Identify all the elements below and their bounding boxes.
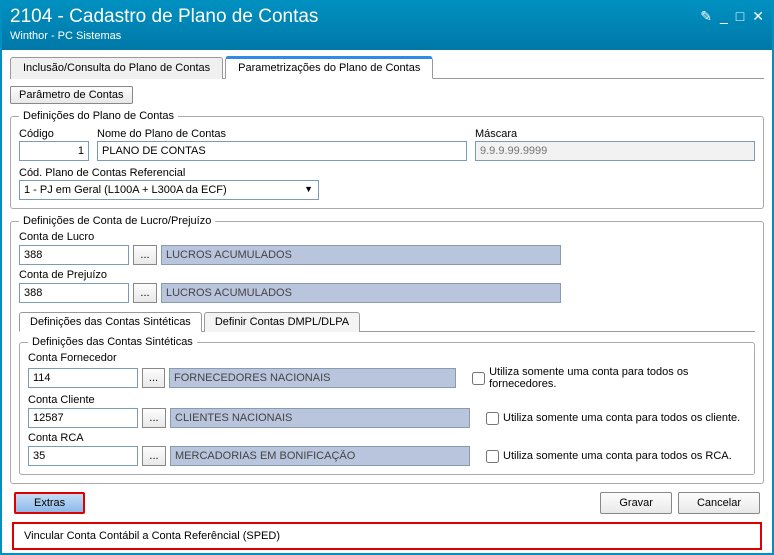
conta-prej-code[interactable] — [19, 283, 129, 303]
window-title: 2104 - Cadastro de Plano de Contas — [10, 6, 318, 28]
tab-parametrizacoes[interactable]: Parametrizações do Plano de Contas — [225, 57, 433, 79]
conta-lucro-label: Conta de Lucro — [19, 231, 94, 243]
fornecedor-checkbox[interactable] — [472, 372, 485, 385]
cliente-chk-label: Utiliza somente uma conta para todos os … — [503, 412, 740, 424]
rca-label: Conta RCA — [28, 432, 746, 444]
cliente-label: Conta Cliente — [28, 394, 746, 406]
close-icon[interactable]: ✕ — [752, 8, 764, 25]
main-tabs: Inclusão/Consulta do Plano de Contas Par… — [10, 56, 764, 79]
conta-prej-label: Conta de Prejuízo — [19, 269, 755, 281]
tab-dmpl[interactable]: Definir Contas DMPL/DLPA — [204, 312, 360, 332]
nome-label: Nome do Plano de Contas — [97, 128, 467, 140]
cliente-desc — [170, 408, 470, 428]
fornecedor-desc — [169, 368, 456, 388]
gravar-button[interactable]: Gravar — [600, 492, 672, 514]
legend-lucro-prej: Definições de Conta de Lucro/Prejuízo — [19, 215, 215, 227]
fornecedor-browse[interactable]: ... — [142, 368, 165, 388]
extras-button[interactable]: Extras — [14, 492, 85, 514]
codigo-input[interactable] — [19, 141, 89, 161]
conta-prej-desc — [161, 283, 561, 303]
edit-icon[interactable]: ✎ — [700, 8, 712, 25]
conta-lucro-code[interactable] — [19, 245, 129, 265]
parametro-contas-button[interactable]: Parâmetro de Contas — [10, 86, 133, 104]
conta-prej-browse[interactable]: ... — [133, 283, 157, 303]
group-sinteticas: Definições das Contas Sintéticas Conta F… — [19, 336, 755, 475]
nome-input[interactable] — [97, 141, 467, 161]
rca-chk-label: Utiliza somente uma conta para todos os … — [503, 450, 732, 462]
cliente-checkbox[interactable] — [486, 412, 499, 425]
legend-sinteticas: Definições das Contas Sintéticas — [28, 336, 197, 348]
rca-browse[interactable]: ... — [142, 446, 166, 466]
fornecedor-label: Conta Fornecedor — [28, 352, 117, 364]
legend-def-plano: Definições do Plano de Contas — [19, 110, 178, 122]
group-lucro-prejuizo: Definições de Conta de Lucro/Prejuízo Co… — [10, 215, 764, 484]
tab-sinteticas[interactable]: Definições das Contas Sintéticas — [19, 312, 202, 332]
inner-tabs: Definições das Contas Sintéticas Definir… — [19, 311, 755, 332]
group-definicoes-plano: Definições do Plano de Contas Código Nom… — [10, 110, 764, 209]
conta-lucro-desc — [161, 245, 561, 265]
rca-code[interactable] — [28, 446, 138, 466]
cliente-code[interactable] — [28, 408, 138, 428]
window-subtitle: Winthor - PC Sistemas — [10, 30, 318, 42]
menu-item-vincular-sped[interactable]: Vincular Conta Contábil a Conta Referênc… — [24, 530, 750, 542]
minimize-icon[interactable]: _ — [720, 8, 728, 25]
codigo-label: Código — [19, 128, 89, 140]
rca-checkbox[interactable] — [486, 450, 499, 463]
cliente-browse[interactable]: ... — [142, 408, 166, 428]
conta-lucro-browse[interactable]: ... — [133, 245, 157, 265]
codref-select[interactable] — [19, 180, 319, 200]
mascara-input — [475, 141, 755, 161]
fornecedor-chk-label: Utiliza somente uma conta para todos os … — [489, 366, 746, 390]
titlebar: 2104 - Cadastro de Plano de Contas Winth… — [2, 2, 772, 50]
cancelar-button[interactable]: Cancelar — [678, 492, 760, 514]
codref-label: Cód. Plano de Contas Referencial — [19, 167, 319, 179]
tab-inclusao[interactable]: Inclusão/Consulta do Plano de Contas — [10, 57, 223, 79]
extras-dropdown: Vincular Conta Contábil a Conta Referênc… — [12, 522, 762, 550]
mascara-label: Máscara — [475, 128, 755, 140]
maximize-icon[interactable]: □ — [736, 8, 744, 25]
fornecedor-code[interactable] — [28, 368, 138, 388]
rca-desc — [170, 446, 470, 466]
